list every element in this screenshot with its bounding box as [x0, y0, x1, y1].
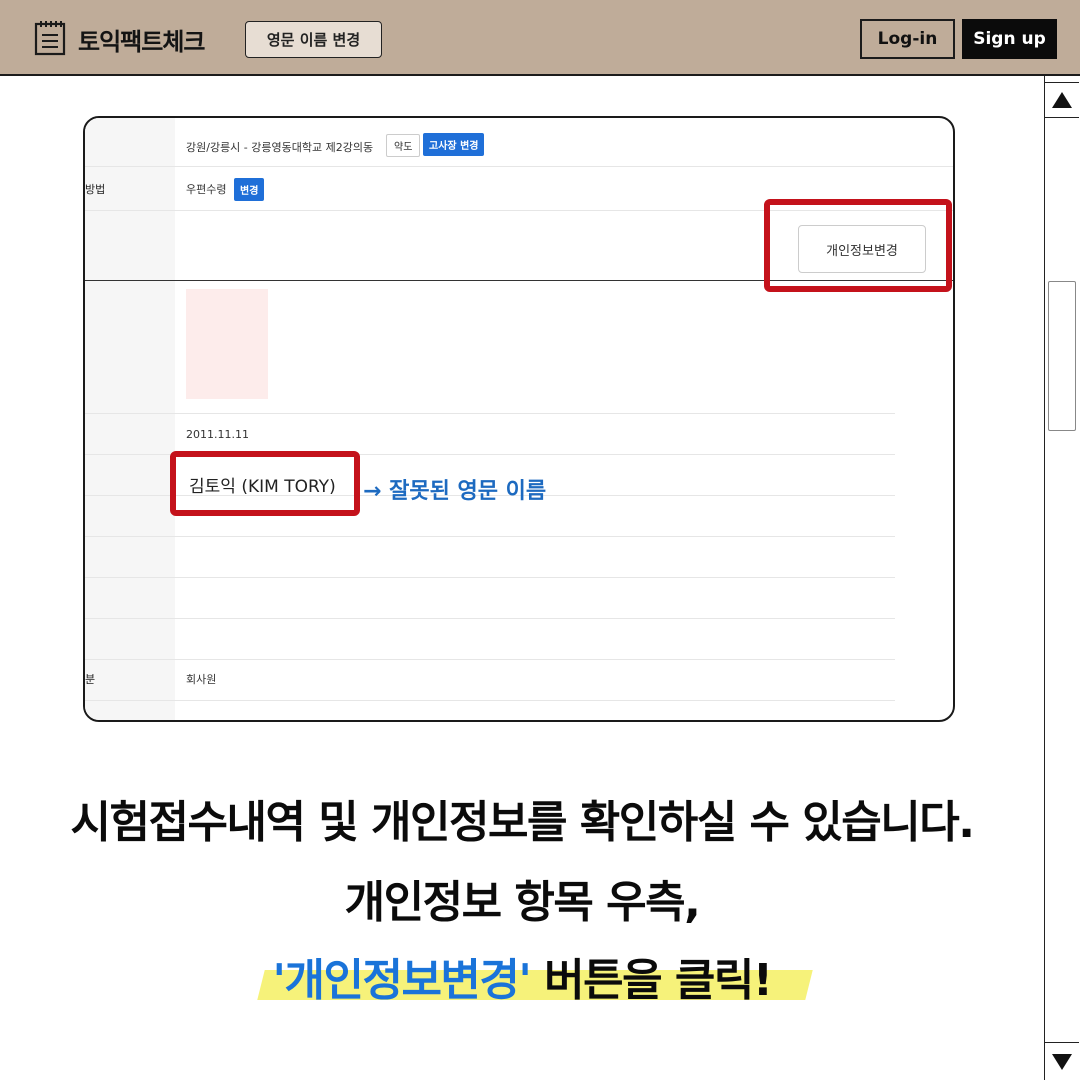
caption-highlight-text: '개인정보변경': [272, 955, 532, 1006]
profile-photo: [186, 289, 268, 399]
category-label: 분: [85, 673, 96, 686]
caption-line-1: 시험접수내역 및 개인정보를 확인하실 수 있습니다.: [70, 797, 975, 848]
row-divider: [85, 536, 895, 537]
scroll-down-button[interactable]: [1045, 1042, 1079, 1080]
method-change-button[interactable]: 변경: [234, 178, 265, 201]
highlight-box-name: [170, 451, 360, 516]
method-label: 방법: [85, 183, 106, 196]
category-value: 회사원: [186, 673, 217, 686]
scroll-thumb[interactable]: [1048, 281, 1076, 431]
row-divider: [85, 618, 895, 619]
notepad-icon: [34, 21, 66, 56]
row-divider: [85, 577, 895, 578]
row-divider: [85, 700, 895, 701]
highlight-box-edit-button: [764, 199, 952, 292]
vertical-scrollbar[interactable]: [1044, 76, 1080, 1080]
triangle-down-icon: [1052, 1053, 1072, 1070]
birth-date-value: 2011.11.11: [186, 428, 249, 441]
triangle-up-icon: [1052, 92, 1072, 108]
caption-line-2: 개인정보 항목 우측,: [344, 877, 701, 928]
login-button[interactable]: Log-in: [860, 19, 955, 59]
screenshot-panel: 강원/강릉시 - 강릉영동대학교 제2강의동 약도 고사장 변경 방법 우편수령…: [83, 116, 955, 722]
highlighted-phrase: '개인정보변경': [256, 944, 813, 1008]
caption-line-3-rest: 버튼을 클릭!: [530, 955, 773, 1006]
row-divider: [85, 413, 895, 414]
signup-button[interactable]: Sign up: [962, 19, 1057, 59]
scroll-up-button[interactable]: [1045, 82, 1079, 118]
row-divider: [85, 166, 953, 167]
wrong-name-annotation: → 잘못된 영문 이름: [363, 479, 547, 504]
method-value: 우편수령: [186, 183, 227, 196]
venue-change-button[interactable]: 고사장 변경: [423, 133, 485, 156]
site-logo-text[interactable]: 토익팩트체크: [78, 22, 205, 57]
top-header: 토익팩트체크 영문 이름 변경 Log-in Sign up: [0, 0, 1080, 76]
caption-line-3: '개인정보변경' 버튼을 클릭!: [0, 944, 1044, 1008]
row-divider: [85, 659, 895, 660]
venue-value: 강원/강릉시 - 강릉영동대학교 제2강의동: [186, 141, 374, 154]
name-change-button[interactable]: 영문 이름 변경: [245, 21, 382, 58]
map-button[interactable]: 약도: [386, 134, 421, 157]
label-column: [85, 118, 175, 720]
